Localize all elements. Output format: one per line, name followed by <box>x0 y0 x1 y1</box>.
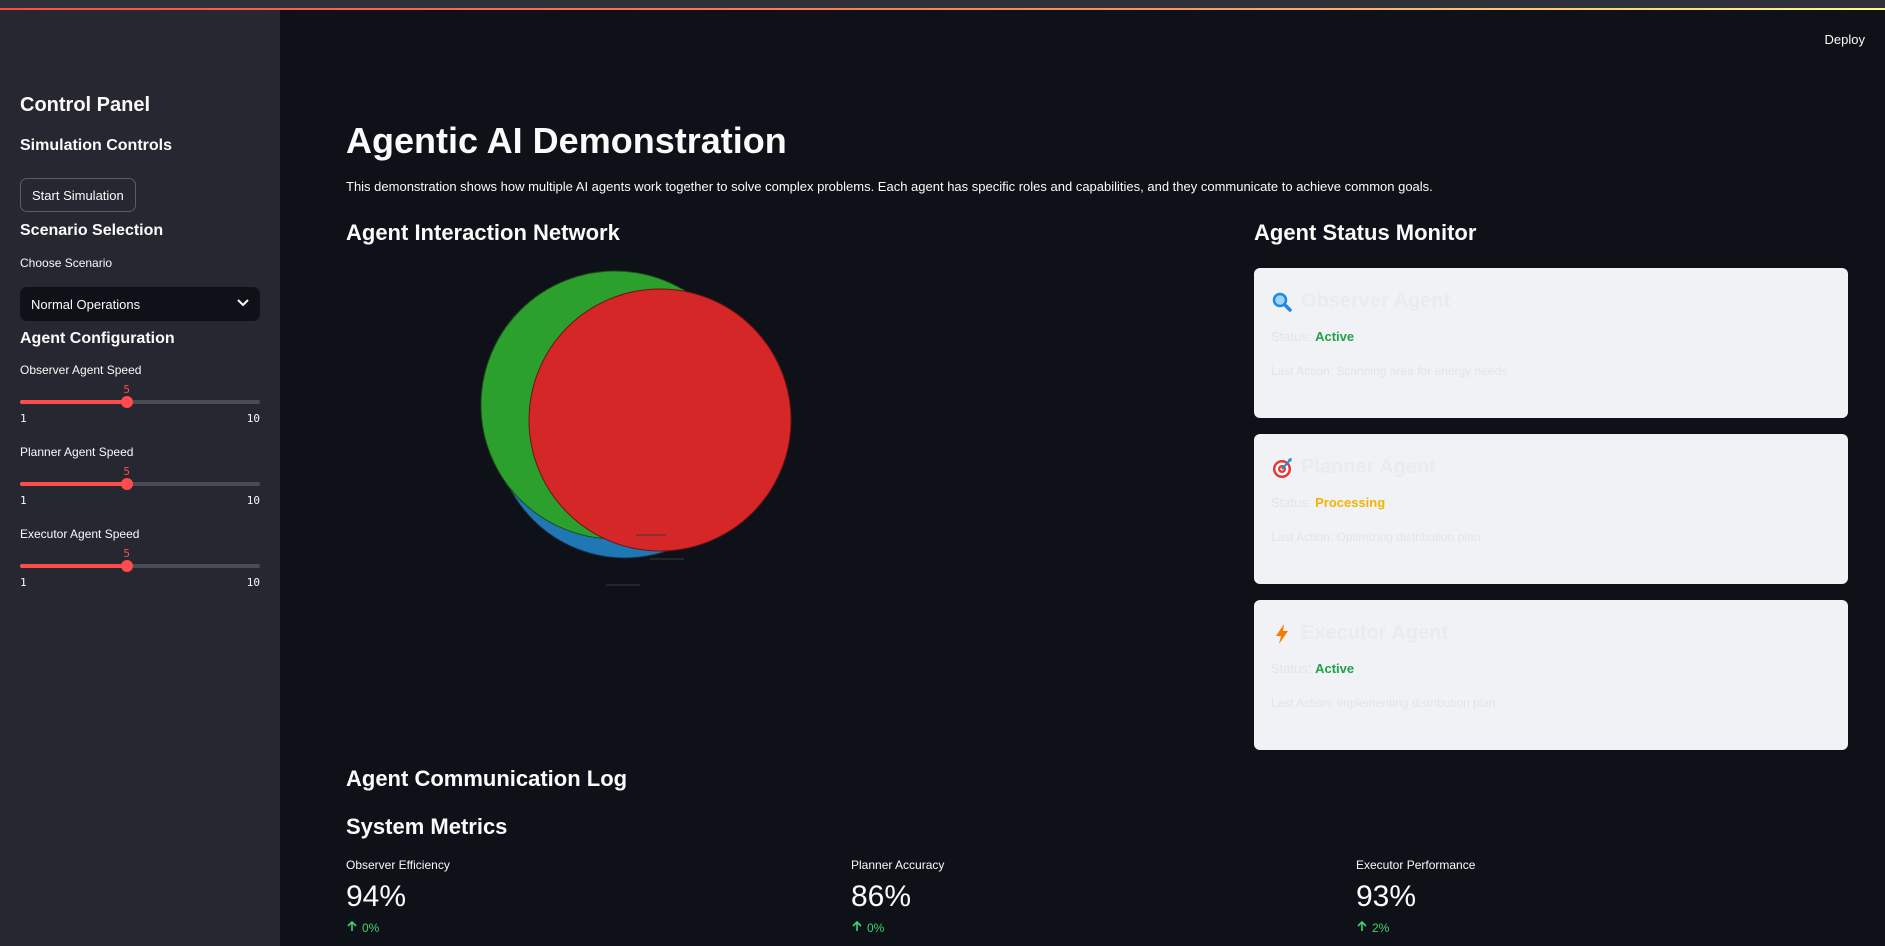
slider-min: 1 <box>20 412 27 425</box>
agent-card-executor: Executor Agent Status: Active Last Actio… <box>1254 600 1848 750</box>
metric-delta: 0% <box>362 920 380 935</box>
slider-thumb[interactable] <box>120 560 133 572</box>
chevron-down-icon <box>237 298 249 310</box>
page-title: Agentic AI Demonstration <box>346 120 787 161</box>
status-label: Status: <box>1271 661 1312 676</box>
slider-thumb[interactable] <box>120 396 133 408</box>
system-metrics-heading: System Metrics <box>346 814 508 839</box>
observer-speed-label: Observer Agent Speed <box>20 363 142 377</box>
arrow-up-icon <box>1356 920 1368 935</box>
slider-value: 5 <box>123 547 130 560</box>
magnifier-icon <box>1271 291 1293 313</box>
last-action: Last Action: Scanning area for energy ne… <box>1271 364 1508 378</box>
choose-scenario-label: Choose Scenario <box>20 256 113 270</box>
metric-observer-efficiency: Observer Efficiency 94% 0% <box>346 858 646 935</box>
network-heading: Agent Interaction Network <box>346 220 620 245</box>
lightning-icon <box>1271 623 1293 645</box>
metric-delta: 0% <box>867 920 885 935</box>
metric-value: 94% <box>346 880 407 913</box>
planner-speed-label: Planner Agent Speed <box>20 445 134 459</box>
node-label-mark <box>650 558 684 560</box>
executor-speed-label: Executor Agent Speed <box>20 527 140 541</box>
scenario-select[interactable]: Normal Operations <box>20 287 260 321</box>
communication-log-heading: Agent Communication Log <box>346 766 628 791</box>
status-badge: Processing <box>1315 495 1386 510</box>
last-action: Last Action: Optimizing distribution pla… <box>1271 530 1481 544</box>
status-badge: Active <box>1315 661 1355 676</box>
agent-card-observer: Observer Agent Status: Active Last Actio… <box>1254 268 1848 418</box>
last-action: Last Action: Implementing distribution p… <box>1271 696 1496 710</box>
agent-card-planner: Planner Agent Status: Processing Last Ac… <box>1254 434 1848 584</box>
slider-max: 10 <box>246 576 260 589</box>
metric-label: Executor Performance <box>1356 858 1476 872</box>
status-label: Status: <box>1271 495 1312 510</box>
sidebar: Control Panel Simulation Controls Start … <box>0 10 280 946</box>
status-badge: Active <box>1315 329 1355 344</box>
metric-value: 86% <box>851 880 912 913</box>
slider-min: 1 <box>20 576 27 589</box>
planner-speed-slider[interactable]: 5 1 10 <box>20 465 260 508</box>
metric-label: Observer Efficiency <box>346 858 450 872</box>
agent-network-graph <box>480 270 792 586</box>
scenario-select-value: Normal Operations <box>31 296 141 312</box>
sidebar-title: Control Panel <box>20 94 151 116</box>
agent-configuration-heading: Agent Configuration <box>20 330 175 347</box>
agent-name: Executor Agent <box>1301 622 1449 644</box>
target-icon <box>1271 457 1293 479</box>
top-decoration-bar <box>0 0 1885 10</box>
metric-value: 93% <box>1356 880 1417 913</box>
page-description: This demonstration shows how multiple AI… <box>346 179 1433 194</box>
slider-max: 10 <box>246 494 260 507</box>
agent-name: Planner Agent <box>1301 456 1436 478</box>
status-heading: Agent Status Monitor <box>1254 220 1477 245</box>
deploy-button[interactable]: Deploy <box>1825 32 1865 47</box>
node-label-mark <box>636 534 666 536</box>
status-label: Status: <box>1271 329 1312 344</box>
node-label-mark <box>606 584 640 586</box>
simulation-controls-heading: Simulation Controls <box>20 137 172 154</box>
planner-node <box>528 288 792 552</box>
metric-planner-accuracy: Planner Accuracy 86% 0% <box>851 858 1151 935</box>
arrow-up-icon <box>346 920 358 935</box>
metric-label: Planner Accuracy <box>851 858 945 872</box>
executor-speed-slider[interactable]: 5 1 10 <box>20 547 260 590</box>
arrow-up-icon <box>851 920 863 935</box>
metric-executor-performance: Executor Performance 93% 2% <box>1356 858 1656 935</box>
start-simulation-button[interactable]: Start Simulation <box>20 178 136 212</box>
slider-value: 5 <box>123 383 130 396</box>
agent-name: Observer Agent <box>1301 290 1451 312</box>
metric-delta: 2% <box>1372 920 1390 935</box>
slider-value: 5 <box>123 465 130 478</box>
slider-max: 10 <box>246 412 260 425</box>
slider-min: 1 <box>20 494 27 507</box>
observer-speed-slider[interactable]: 5 1 10 <box>20 383 260 426</box>
scenario-selection-heading: Scenario Selection <box>20 222 164 239</box>
slider-thumb[interactable] <box>120 478 133 490</box>
